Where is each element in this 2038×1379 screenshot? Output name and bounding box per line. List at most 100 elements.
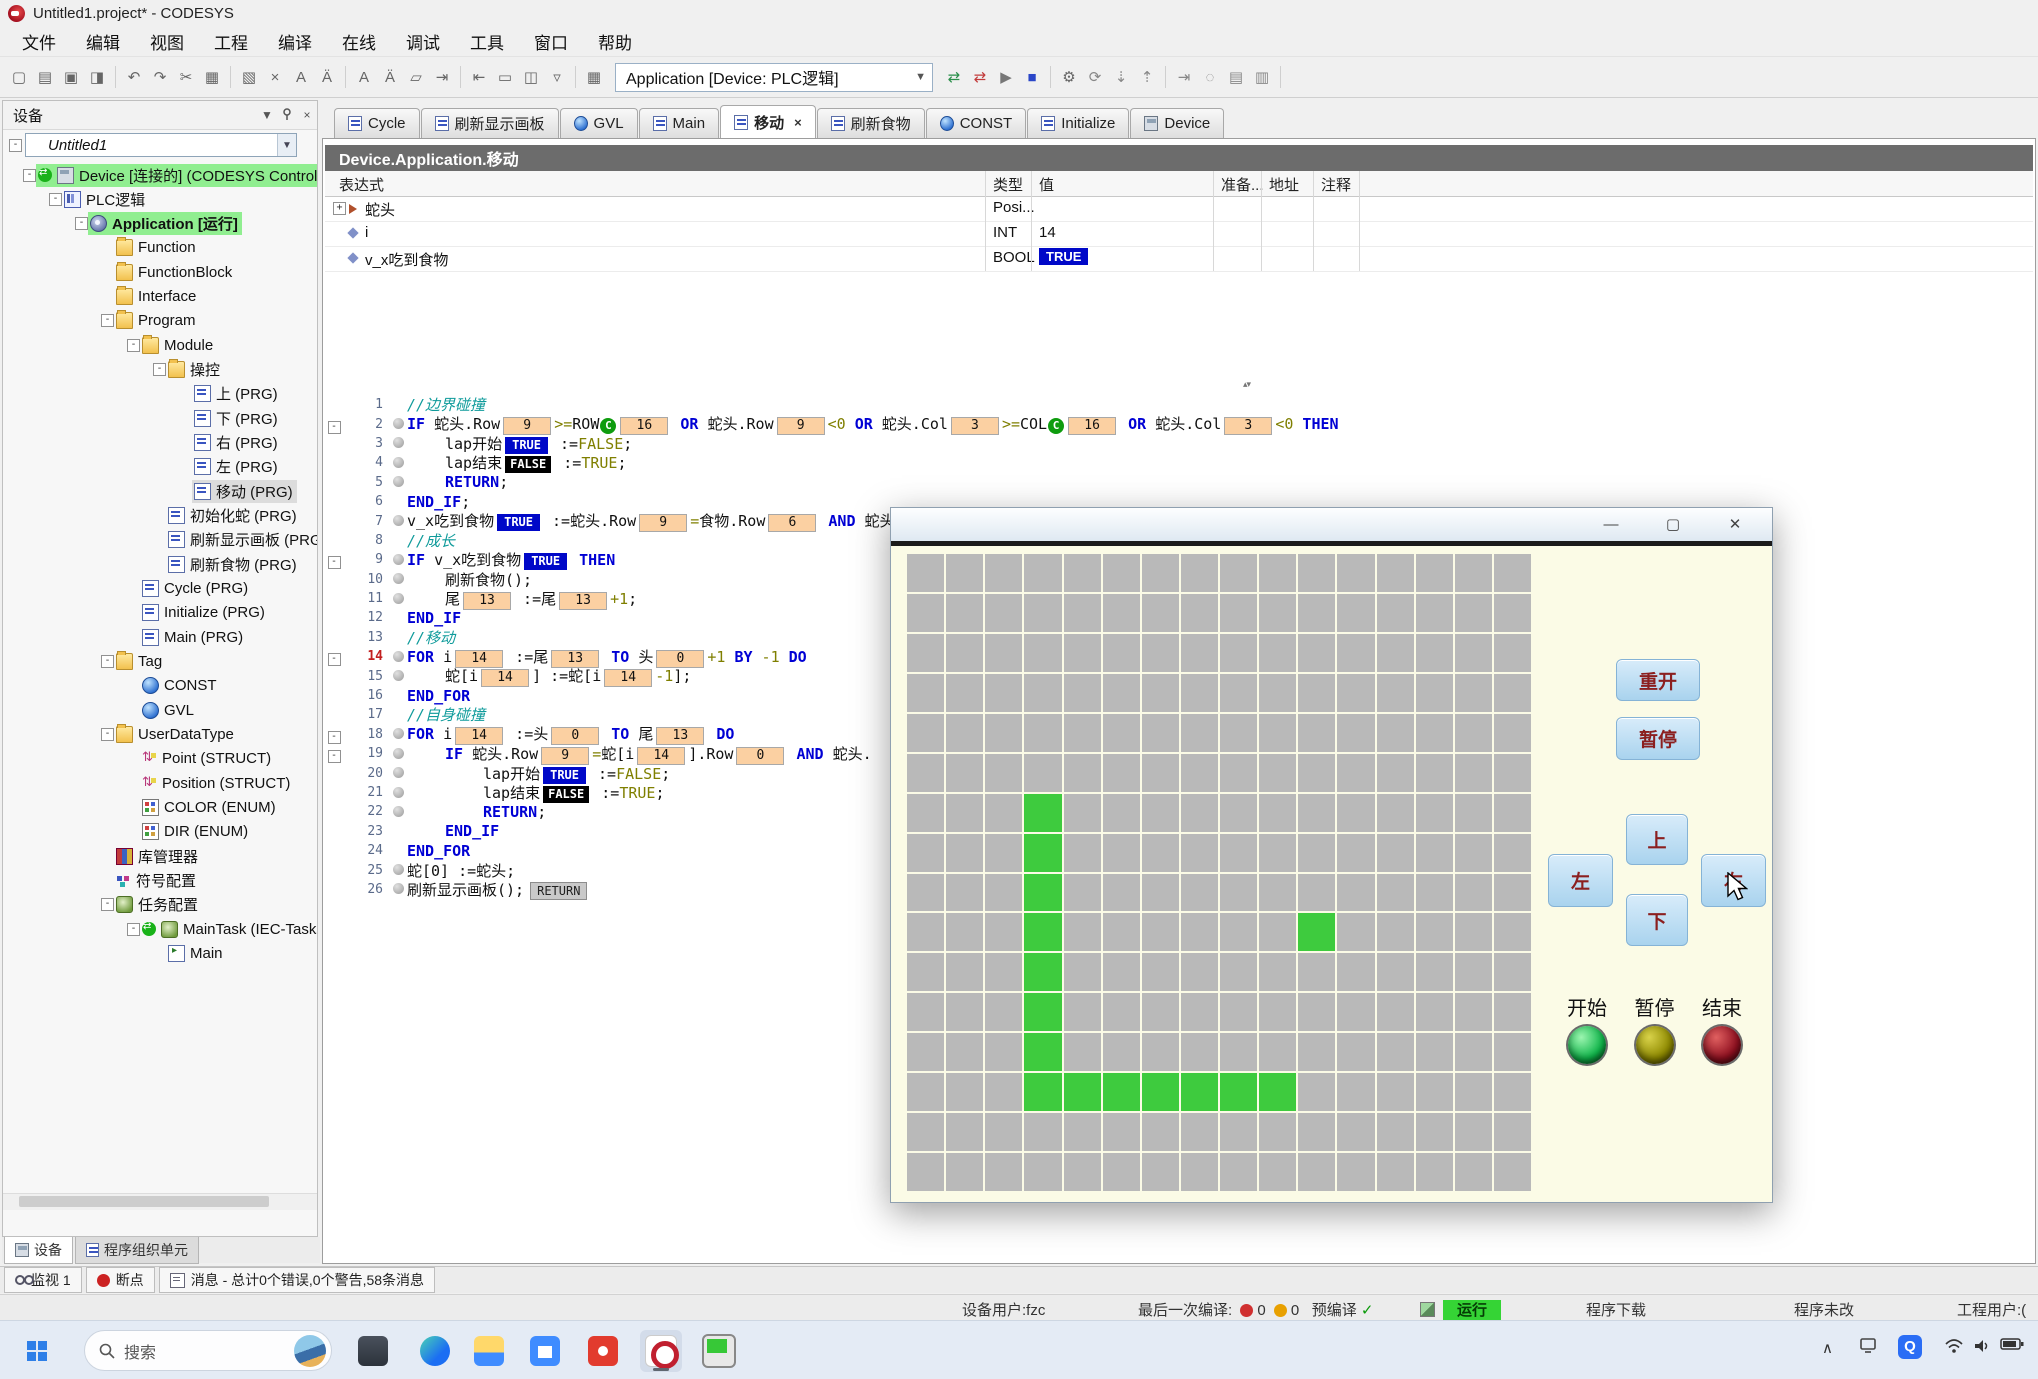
stop-icon[interactable]: ■: [1020, 65, 1044, 89]
tab-Initialize[interactable]: Initialize: [1027, 108, 1129, 138]
new-project-icon[interactable]: ▢: [7, 65, 31, 89]
col-address[interactable]: 地址: [1269, 174, 1299, 195]
fold-icon[interactable]: -: [325, 647, 343, 666]
tree-item-Main-PRG-[interactable]: Main (PRG): [3, 625, 317, 649]
start-icon[interactable]: ▶: [994, 65, 1018, 89]
taskbar-app-monitor[interactable]: [698, 1330, 740, 1372]
tree-item-下-PRG-[interactable]: 下 (PRG): [3, 406, 317, 430]
step-into-icon[interactable]: ⇣: [1109, 65, 1133, 89]
tree-item-右-PRG-[interactable]: 右 (PRG): [3, 431, 317, 455]
search-daily-image[interactable]: [294, 1335, 326, 1367]
col-prepared[interactable]: 准备...: [1221, 174, 1264, 195]
tray-battery-icon[interactable]: [2000, 1337, 2024, 1355]
code-line-5[interactable]: 5RETURN;: [325, 473, 2033, 492]
fold-icon[interactable]: -: [325, 725, 343, 744]
tray-network-icon[interactable]: [1944, 1337, 1964, 1359]
taskbar-app-edge[interactable]: [414, 1330, 456, 1372]
tree-item-Initialize-PRG-[interactable]: Initialize (PRG): [3, 601, 317, 625]
tab-Main[interactable]: Main: [639, 108, 720, 138]
col-expression[interactable]: 表达式: [339, 174, 384, 195]
menu-item-编辑[interactable]: 编辑: [74, 27, 132, 56]
tree-item-Program[interactable]: -Program: [3, 309, 317, 333]
find-next-icon[interactable]: A: [352, 65, 376, 89]
menu-item-工具[interactable]: 工具: [458, 27, 516, 56]
code-line-1[interactable]: 1//边界碰撞: [325, 395, 2033, 414]
tree-item-UserDataType[interactable]: -UserDataType: [3, 723, 317, 747]
tree-item-COLOR-ENUM-[interactable]: COLOR (ENUM): [3, 796, 317, 820]
find-icon[interactable]: A: [289, 65, 313, 89]
watch-row-v_x吃到食物[interactable]: v_x吃到食物BOOLTRUE: [325, 246, 2033, 272]
run-to-cursor-icon[interactable]: ⇥: [1172, 65, 1196, 89]
fold-icon[interactable]: -: [325, 744, 343, 763]
find-prev-icon[interactable]: Ä: [378, 65, 402, 89]
tree-item-左-PRG-[interactable]: 左 (PRG): [3, 455, 317, 479]
login-icon[interactable]: ⇄: [942, 65, 966, 89]
tab-Device[interactable]: Device: [1130, 108, 1224, 138]
tab-breakpoints[interactable]: 断点: [86, 1267, 155, 1293]
watch-expander[interactable]: +: [333, 202, 346, 215]
new-pou-icon[interactable]: ◫: [519, 65, 543, 89]
restart-button[interactable]: 重开: [1616, 659, 1700, 701]
dock-tab-pou[interactable]: 程序组织单元: [75, 1237, 199, 1264]
fold-icon[interactable]: -: [325, 550, 343, 569]
tray-blue-app-icon[interactable]: Q: [1898, 1335, 1922, 1359]
tree-item-FunctionBlock[interactable]: FunctionBlock: [3, 260, 317, 284]
tray-chevron-icon[interactable]: ∧: [1822, 1339, 1833, 1357]
tree-expander[interactable]: -: [101, 314, 114, 327]
up-button[interactable]: 上: [1626, 814, 1688, 865]
find-options-icon[interactable]: Ä: [315, 65, 339, 89]
tab-watch1[interactable]: 监视 1: [4, 1267, 82, 1293]
col-comment[interactable]: 注释: [1321, 174, 1351, 195]
tree-expander[interactable]: -: [101, 898, 114, 911]
active-application-combo[interactable]: Application [Device: PLC逻辑]▼: [615, 63, 933, 92]
menu-item-在线[interactable]: 在线: [330, 27, 388, 56]
tab-刷新显示画板[interactable]: 刷新显示画板: [421, 108, 559, 138]
dock-tab-devices[interactable]: 设备: [4, 1237, 73, 1264]
tree-item-GVL[interactable]: GVL: [3, 698, 317, 722]
tree-item-刷新显示画板-PRG-[interactable]: 刷新显示画板 (PRG): [3, 528, 317, 552]
fold-expander[interactable]: -: [328, 750, 341, 763]
taskbar-app-store[interactable]: [524, 1330, 566, 1372]
minimize-icon[interactable]: —: [1591, 514, 1631, 536]
tree-item-Tag[interactable]: -Tag: [3, 650, 317, 674]
tree-item-CONST[interactable]: CONST: [3, 674, 317, 698]
fold-expander[interactable]: -: [328, 731, 341, 744]
step-over-icon[interactable]: ⟳: [1083, 65, 1107, 89]
tab-移动[interactable]: 移动×: [720, 105, 816, 138]
bookmark-next-icon[interactable]: ⇥: [430, 65, 454, 89]
delete-icon[interactable]: ×: [263, 65, 287, 89]
bookmark-toggle-icon[interactable]: ▱: [404, 65, 428, 89]
tab-CONST[interactable]: CONST: [926, 108, 1027, 138]
menu-item-编译[interactable]: 编译: [266, 27, 324, 56]
panel-pin-icon[interactable]: [277, 108, 297, 123]
fold-expander[interactable]: -: [328, 653, 341, 666]
tree-expander[interactable]: -: [127, 923, 140, 936]
panel-close-icon[interactable]: ×: [297, 108, 317, 122]
save-project-icon[interactable]: ▣: [59, 65, 83, 89]
tree-expander[interactable]: -: [101, 655, 114, 668]
tree-expander[interactable]: -: [101, 728, 114, 741]
open-project-icon[interactable]: ▤: [33, 65, 57, 89]
breakpoint-icon[interactable]: ◌: [1198, 65, 1222, 89]
tree-item-Point-STRUCT-[interactable]: Point (STRUCT): [3, 747, 317, 771]
code-line-3[interactable]: 3lap开始TRUE :=FALSE;: [325, 434, 2033, 453]
code-line-4[interactable]: 4lap结束FALSE :=TRUE;: [325, 453, 2033, 472]
tab-GVL[interactable]: GVL: [560, 108, 638, 138]
logout-icon[interactable]: ⇄: [968, 65, 992, 89]
tree-item-PLC逻辑[interactable]: -PLC逻辑: [3, 187, 317, 211]
print-icon[interactable]: ◨: [85, 65, 109, 89]
tree-item-Main[interactable]: Main: [3, 942, 317, 966]
menu-item-工程[interactable]: 工程: [202, 27, 260, 56]
tree-item-Cycle-PRG-[interactable]: Cycle (PRG): [3, 577, 317, 601]
taskbar-app-red[interactable]: [582, 1330, 624, 1372]
splitter-arrows-icon[interactable]: ▴▾: [1243, 379, 1250, 390]
tree-item-移动-PRG-[interactable]: 移动 (PRG): [3, 479, 317, 503]
watch-row-i[interactable]: iINT14: [325, 221, 2033, 247]
col-value[interactable]: 值: [1039, 174, 1054, 195]
tree-item-库管理器[interactable]: 库管理器: [3, 844, 317, 868]
tree-item-MainTask-IEC-Tasks-[interactable]: -MainTask (IEC-Tasks): [3, 917, 317, 941]
menu-item-窗口[interactable]: 窗口: [522, 27, 580, 56]
step-out-icon[interactable]: ⇡: [1135, 65, 1159, 89]
left-button[interactable]: 左: [1548, 854, 1613, 907]
tree-expander[interactable]: -: [23, 169, 36, 182]
